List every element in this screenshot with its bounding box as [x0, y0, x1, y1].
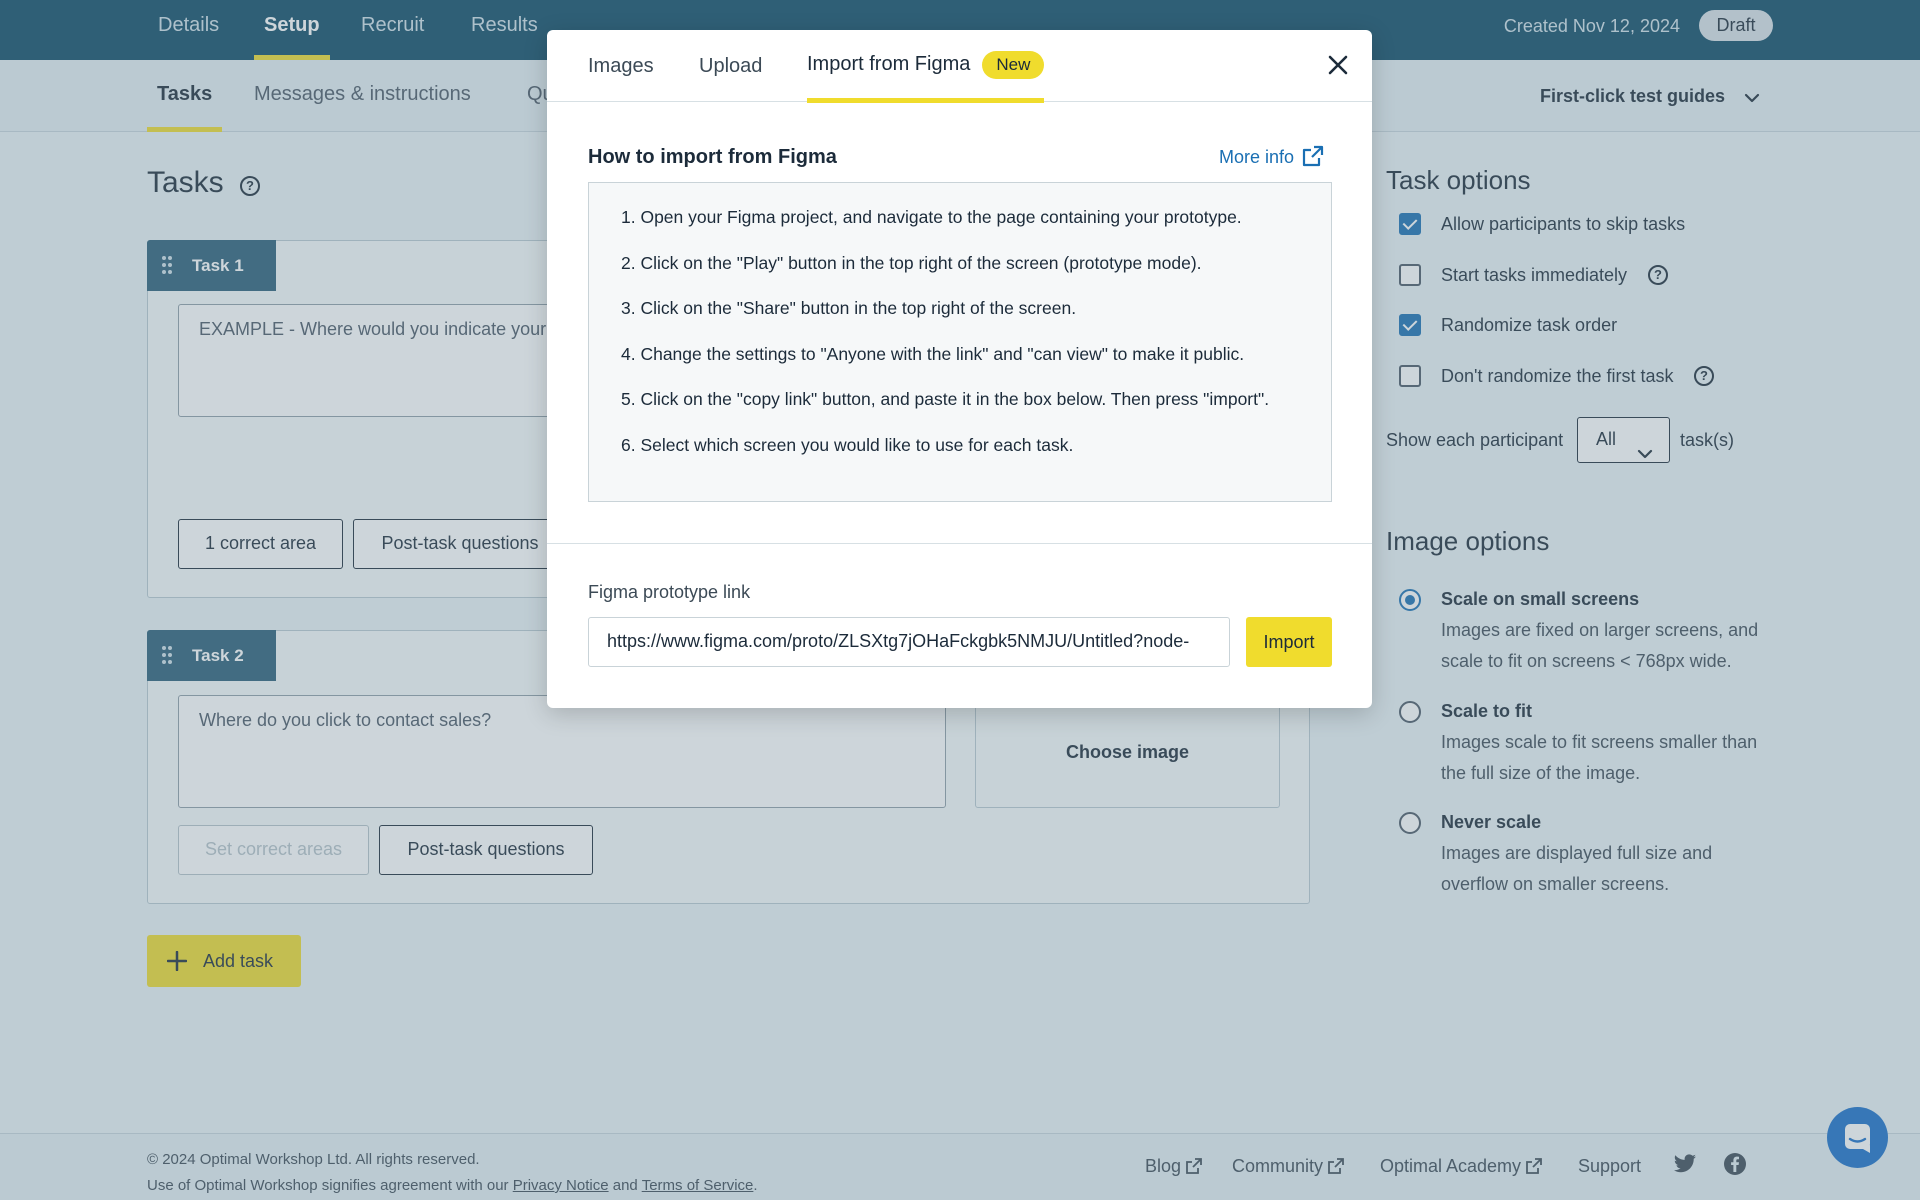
instruction-step: 5. Click on the "copy link" button, and …	[621, 389, 1270, 409]
instruction-step: 6. Select which screen you would like to…	[621, 434, 1074, 455]
figma-link-input[interactable]: https://www.figma.com/proto/ZLSXtg7jOHaF…	[588, 617, 1230, 667]
figma-link-label: Figma prototype link	[588, 582, 751, 602]
tab-images[interactable]: Images	[588, 30, 654, 103]
modal-tabs: Images Upload Import from Figma New	[547, 30, 1372, 103]
tab-import-figma[interactable]: Import from Figma New	[807, 30, 1045, 103]
instruction-step: 3. Click on the "Share" button in the to…	[621, 298, 1077, 318]
import-modal: Images Upload Import from Figma New How t…	[547, 30, 1372, 708]
instruction-step: 1. Open your Figma project, and navigate…	[621, 207, 1242, 227]
instructions-box: 1. Open your Figma project, and navigate…	[588, 182, 1332, 502]
close-icon[interactable]	[1325, 52, 1351, 78]
instructions-list: 1. Open your Figma project, and navigate…	[621, 205, 1269, 478]
tab-import-figma-label: Import from Figma	[807, 53, 971, 75]
instruction-step: 4. Change the settings to "Anyone with t…	[621, 343, 1245, 364]
external-link-icon	[1302, 145, 1324, 167]
how-to-import-title: How to import from Figma	[588, 146, 837, 168]
tab-upload[interactable]: Upload	[699, 30, 762, 103]
new-badge: New	[982, 51, 1045, 79]
more-info-label: More info	[1219, 147, 1295, 167]
instruction-step: 2. Click on the "Play" button in the top…	[621, 252, 1202, 273]
more-info-link[interactable]: More info	[1219, 144, 1324, 170]
import-button[interactable]: Import	[1246, 617, 1332, 667]
divider	[547, 543, 1372, 544]
